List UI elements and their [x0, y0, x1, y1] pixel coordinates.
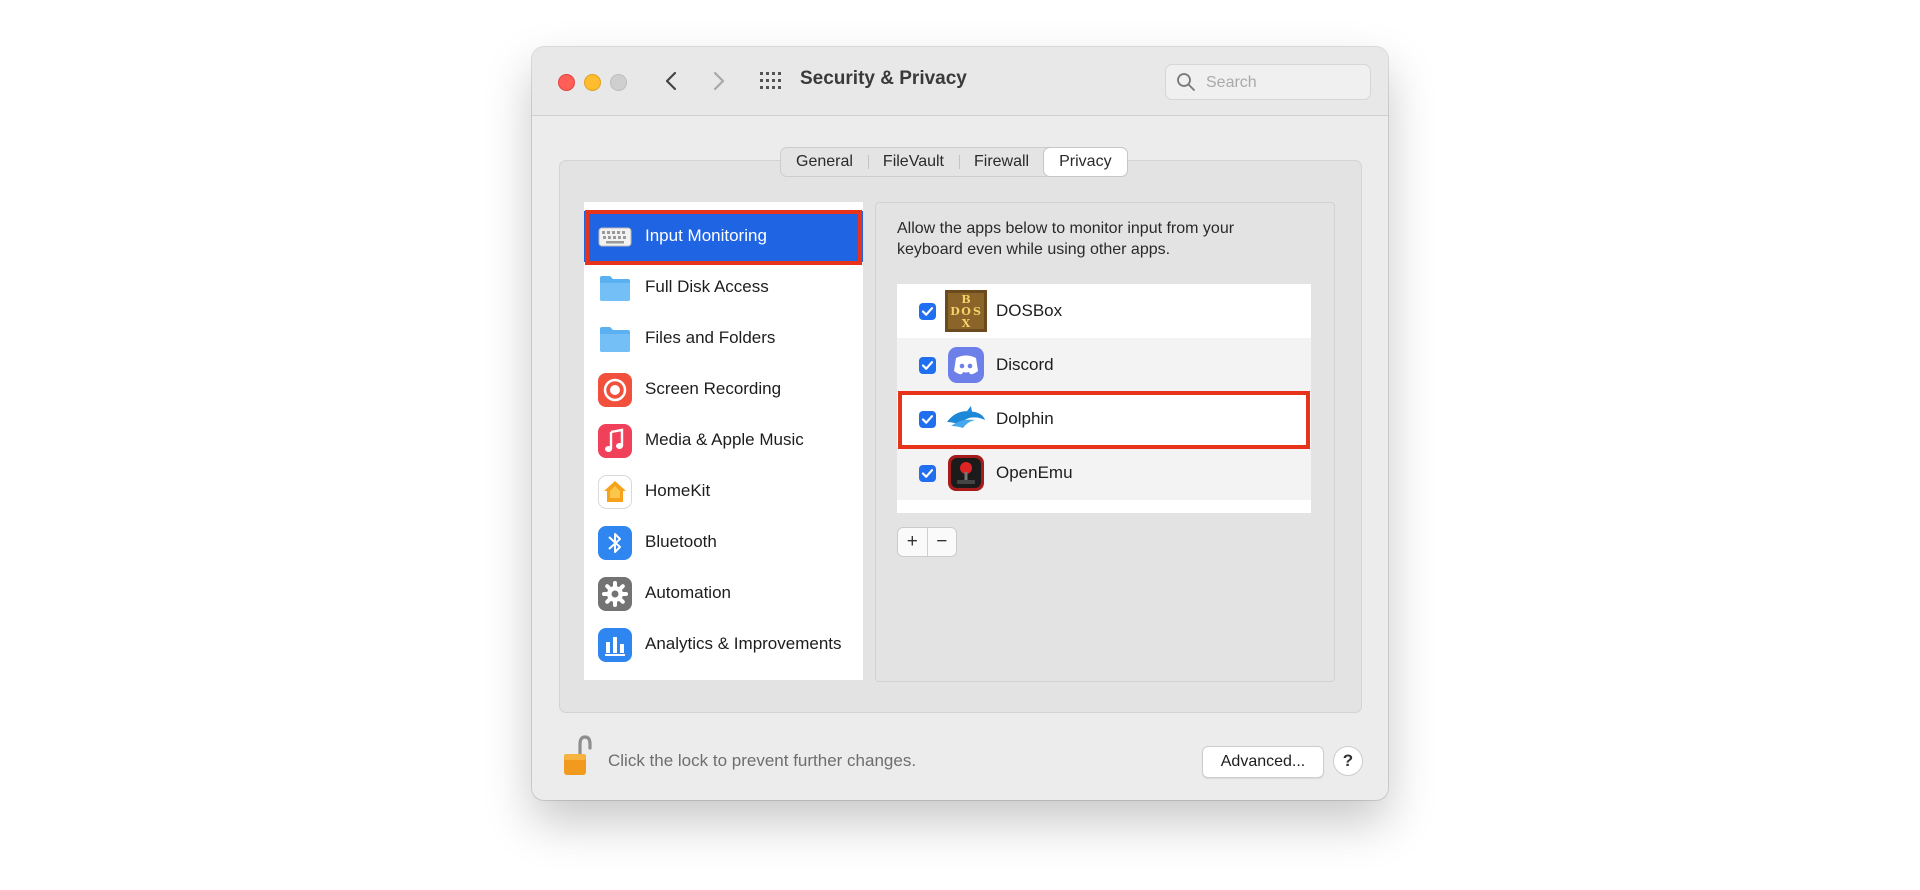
app-row-dosbox[interactable]: BDOSX DOSBox: [897, 284, 1311, 338]
sidebar-item-label: Files and Folders: [645, 328, 776, 347]
search-input[interactable]: [1204, 71, 1364, 95]
sidebar-item-label: Bluetooth: [645, 532, 717, 551]
privacy-category-list[interactable]: Input Monitoring Full Disk Access Files …: [584, 202, 863, 680]
remove-app-button[interactable]: −: [928, 528, 957, 556]
sidebar-item-label: Full Disk Access: [645, 277, 769, 296]
music-note-icon: [598, 424, 632, 458]
svg-text:S: S: [973, 305, 981, 318]
unlocked-padlock-icon[interactable]: [562, 735, 592, 777]
sidebar-item-bluetooth[interactable]: Bluetooth: [584, 517, 863, 568]
tab-filevault[interactable]: FileVault: [867, 148, 959, 176]
chevron-right-icon: [713, 71, 725, 91]
sidebar-item-media-apple-music[interactable]: Media & Apple Music: [584, 415, 863, 466]
sidebar-item-automation[interactable]: Automation: [584, 568, 863, 619]
advanced-button[interactable]: Advanced...: [1202, 746, 1324, 778]
svg-text:X: X: [962, 317, 971, 330]
sidebar-item-homekit[interactable]: HomeKit: [584, 466, 863, 517]
dolphin-highlight-outline: [898, 391, 1310, 449]
checkmark-icon: [921, 307, 934, 316]
lock-status-text: Click the lock to prevent further change…: [608, 751, 917, 770]
search-icon: [1177, 73, 1195, 91]
minimize-window-button[interactable]: [584, 74, 601, 91]
app-name: DOSBox: [996, 301, 1063, 320]
help-button[interactable]: ?: [1333, 746, 1363, 776]
tab-firewall[interactable]: Firewall: [958, 148, 1044, 176]
close-window-button[interactable]: [558, 74, 575, 91]
add-app-button[interactable]: +: [898, 528, 928, 556]
sidebar-item-files-and-folders[interactable]: Files and Folders: [584, 313, 863, 364]
chevron-left-icon: [665, 71, 677, 91]
tab-bar: General FileVault Firewall Privacy: [780, 147, 1128, 177]
sidebar-item-screen-recording[interactable]: Screen Recording: [584, 364, 863, 415]
system-preferences-window: Security & Privacy General FileVault Fir…: [532, 47, 1388, 800]
input-monitoring-highlight-outline: [585, 210, 862, 265]
discord-icon: [948, 347, 984, 383]
app-name: OpenEmu: [996, 463, 1073, 482]
dosbox-checkbox[interactable]: [919, 303, 936, 320]
forward-button[interactable]: [704, 67, 732, 95]
gear-icon: [598, 577, 632, 611]
app-name: Discord: [996, 355, 1054, 374]
homekit-icon: [598, 475, 632, 509]
grid-icon: [760, 72, 781, 89]
app-row-openemu[interactable]: OpenEmu: [897, 446, 1311, 500]
screen-recording-icon: [598, 373, 632, 407]
sidebar-item-partial[interactable]: [584, 202, 863, 209]
titlebar: Security & Privacy: [532, 47, 1388, 116]
folder-icon: [600, 327, 630, 352]
back-button[interactable]: [658, 67, 686, 95]
sidebar-item-label: Analytics & Improvements: [645, 634, 842, 653]
app-row-discord[interactable]: Discord: [897, 338, 1311, 392]
window-title: Security & Privacy: [800, 68, 967, 89]
sidebar-item-label: Screen Recording: [645, 379, 782, 398]
svg-text:D: D: [950, 305, 960, 318]
bar-chart-icon: [598, 628, 632, 662]
sidebar-item-label: HomeKit: [645, 481, 711, 500]
sidebar-item-full-disk-access[interactable]: Full Disk Access: [584, 262, 863, 313]
permission-description: Allow the apps below to monitor input fr…: [897, 220, 1235, 258]
bluetooth-icon: [598, 526, 632, 560]
tab-general[interactable]: General: [781, 148, 868, 176]
show-all-grid-button[interactable]: [758, 69, 784, 93]
dosbox-icon: BD O SX: [945, 290, 987, 332]
openemu-icon: [948, 455, 984, 491]
openemu-checkbox[interactable]: [919, 465, 936, 482]
sidebar-item-analytics-improvements[interactable]: Analytics & Improvements: [584, 619, 863, 670]
folder-icon: [600, 276, 630, 301]
checkmark-icon: [921, 469, 934, 478]
add-remove-buttons: + −: [897, 527, 957, 557]
discord-checkbox[interactable]: [919, 357, 936, 374]
zoom-window-button[interactable]: [610, 74, 627, 91]
checkmark-icon: [921, 361, 934, 370]
tab-privacy[interactable]: Privacy: [1044, 148, 1127, 176]
sidebar-item-label: Automation: [645, 583, 731, 602]
sidebar-item-label: Media & Apple Music: [645, 430, 804, 449]
search-field[interactable]: [1165, 64, 1371, 100]
